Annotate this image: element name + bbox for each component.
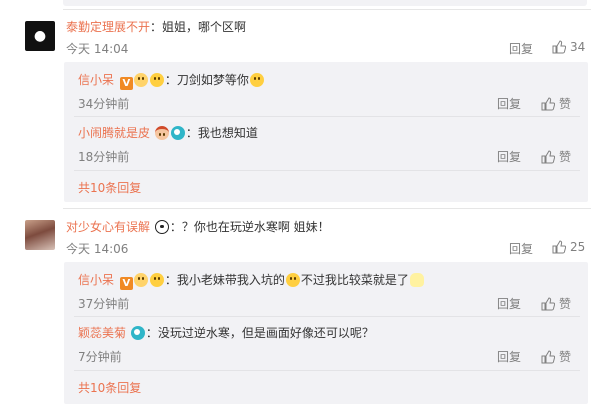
shy-emoji-icon bbox=[249, 73, 264, 87]
like-label: 赞 bbox=[559, 97, 572, 111]
vip-badge-icon: V bbox=[119, 277, 133, 290]
comment-time: 今天 14:04 bbox=[66, 42, 129, 56]
thumbs-up-icon bbox=[552, 40, 566, 54]
reply-body: 颖蕊美菊 ：没玩过逆水寒，但是画面好像还可以呢？ bbox=[78, 324, 374, 341]
grin-emoji-icon bbox=[149, 273, 164, 287]
like-count: 25 bbox=[570, 240, 586, 254]
reply-text: ：刀剑如梦等你 bbox=[164, 73, 249, 87]
reply-text: ：我也想知道 bbox=[185, 126, 258, 140]
comment-time: 今天 14:06 bbox=[66, 242, 129, 256]
reply-button[interactable]: 回复 bbox=[497, 295, 521, 312]
reply-body: 信小呆 V ：刀剑如梦等你 bbox=[78, 71, 265, 90]
like-button[interactable]: 34 bbox=[552, 40, 585, 54]
reply-button[interactable]: 回复 bbox=[509, 40, 533, 57]
divider bbox=[63, 9, 591, 10]
shy-emoji-icon bbox=[285, 273, 300, 287]
comment-body: 对少女心有误解 ：？你也在玩逆水寒啊 姐妹！ bbox=[66, 218, 330, 235]
thumbs-up-icon bbox=[541, 349, 555, 363]
reply-time: 18分钟前 bbox=[78, 150, 130, 164]
thumbs-up-icon bbox=[541, 96, 555, 110]
comment-body: 泰勤定理展不开：姐姐，哪个区啊 bbox=[66, 18, 246, 35]
reply-time: 7分钟前 bbox=[78, 350, 122, 364]
vip-badge-icon: V bbox=[119, 77, 133, 90]
member-badge-icon bbox=[133, 273, 148, 287]
reply-username[interactable]: 颖蕊美菊 bbox=[78, 326, 126, 340]
thumbs-up-icon bbox=[541, 296, 555, 310]
reply-button[interactable]: 回复 bbox=[497, 148, 521, 165]
reply-text-cont: 不过我比较菜就是了 bbox=[300, 273, 409, 287]
reply-body: 小闹腾就是皮 ：我也想知道 bbox=[78, 124, 258, 141]
like-button[interactable]: 赞 bbox=[541, 148, 571, 165]
more-replies-link[interactable]: 共10条回复 bbox=[78, 379, 141, 396]
reply-button[interactable]: 回复 bbox=[497, 95, 521, 112]
reply-time: 37分钟前 bbox=[78, 297, 130, 311]
comment-text: ：？你也在玩逆水寒啊 姐妹！ bbox=[169, 220, 330, 234]
reply-text: ：我小老妹带我入坑的 bbox=[164, 273, 285, 287]
like-count: 34 bbox=[570, 40, 586, 54]
reply-button[interactable]: 回复 bbox=[497, 348, 521, 365]
panda-emoji-icon bbox=[154, 220, 169, 234]
avatar[interactable]: ● bbox=[25, 21, 55, 51]
divider bbox=[74, 170, 580, 171]
more-replies-link[interactable]: 共10条回复 bbox=[78, 179, 141, 196]
divider bbox=[74, 316, 580, 317]
reply-username[interactable]: 信小呆 bbox=[78, 273, 114, 287]
eye-badge-icon bbox=[170, 126, 185, 140]
member-badge-icon bbox=[154, 126, 169, 140]
thumbs-up-icon bbox=[552, 240, 566, 254]
like-button[interactable]: 赞 bbox=[541, 348, 571, 365]
reply-time: 34分钟前 bbox=[78, 97, 130, 111]
comment-username[interactable]: 对少女心有误解 bbox=[66, 220, 150, 234]
like-button[interactable]: 25 bbox=[552, 240, 585, 254]
reply-button[interactable]: 回复 bbox=[509, 240, 533, 257]
divider bbox=[74, 370, 580, 371]
comment-text: ：姐姐，哪个区啊 bbox=[150, 20, 247, 34]
reply-username[interactable]: 信小呆 bbox=[78, 73, 114, 87]
reply-text: ：没玩过逆水寒，但是画面好像还可以呢？ bbox=[145, 326, 374, 340]
avatar[interactable] bbox=[25, 220, 55, 250]
divider bbox=[63, 208, 591, 209]
member-badge-icon bbox=[133, 73, 148, 87]
apple-logo-icon: ● bbox=[33, 28, 47, 44]
like-label: 赞 bbox=[559, 297, 572, 311]
reply-username[interactable]: 小闹腾就是皮 bbox=[78, 126, 150, 140]
previous-comment-panel-edge bbox=[63, 0, 587, 6]
like-button[interactable]: 赞 bbox=[541, 95, 571, 112]
like-label: 赞 bbox=[559, 150, 572, 164]
reply-body: 信小呆 V ：我小老妹带我入坑的 不过我比较菜就是了 bbox=[78, 271, 425, 290]
lightbulb-emoji-icon bbox=[409, 273, 424, 287]
replies-panel: 信小呆 V ：我小老妹带我入坑的 不过我比较菜就是了 37分钟前 回复 赞 颖蕊美菊… bbox=[64, 262, 588, 404]
grin-emoji-icon bbox=[149, 73, 164, 87]
thumbs-up-icon bbox=[541, 149, 555, 163]
eye-badge-icon bbox=[130, 326, 145, 340]
like-button[interactable]: 赞 bbox=[541, 295, 571, 312]
like-label: 赞 bbox=[559, 350, 572, 364]
divider bbox=[74, 116, 580, 117]
comment-username[interactable]: 泰勤定理展不开 bbox=[66, 20, 150, 34]
replies-panel: 信小呆 V ：刀剑如梦等你 34分钟前 回复 赞 小闹腾就是皮 ：我也想知道 18… bbox=[64, 62, 588, 202]
